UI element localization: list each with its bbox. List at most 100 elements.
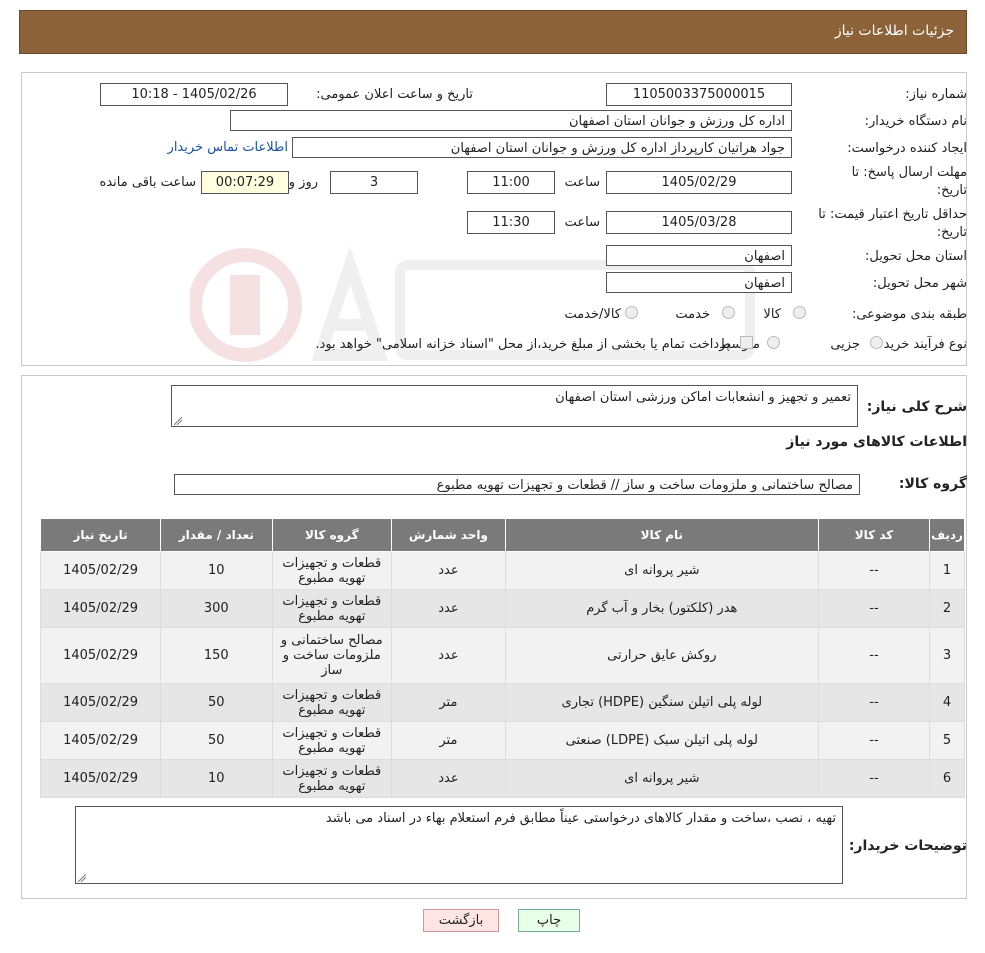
buyer-contact-link[interactable]: اطلاعات تماس خریدار — [168, 140, 288, 155]
item-code: -- — [817, 551, 931, 590]
item-code: -- — [817, 627, 931, 684]
summary-label: شرح کلی نیاز: — [866, 399, 967, 415]
table-row: 4 -- لوله پلی اتیلن سنگین (HDPE) تجاری م… — [39, 683, 965, 722]
treasury-checkbox[interactable] — [740, 336, 753, 349]
item-qty: 50 — [160, 683, 273, 722]
process-option-minor: جزیی — [830, 337, 860, 352]
item-unit: عدد — [391, 551, 506, 590]
validity-time-label: ساعت — [564, 215, 600, 230]
item-code: -- — [817, 589, 931, 628]
deadline-time-label: ساعت — [564, 175, 600, 190]
col-qty: تعداد / مقدار — [160, 518, 273, 552]
item-group: مصالح ساختمانی و ملزومات ساخت و ساز — [271, 627, 393, 684]
print-button[interactable]: چاپ — [518, 909, 580, 932]
summary-textarea[interactable]: تعمیر و تجهیز و انشعابات اماکن ورزشی است… — [171, 385, 858, 427]
item-group: قطعات و تجهیزات تهویه مطبوع — [271, 721, 393, 760]
remaining-days-field: 3 — [330, 171, 418, 194]
goods-table-header: ردیف کد کالا نام کالا واحد شمارش گروه کا… — [39, 518, 965, 552]
resize-grip-icon[interactable] — [78, 874, 86, 882]
item-date: 1405/02/29 — [39, 551, 162, 590]
requester-label: ایجاد کننده درخواست: — [847, 141, 967, 156]
col-group: گروه کالا — [271, 518, 393, 552]
row-number: 5 — [929, 721, 965, 760]
item-unit: عدد — [391, 589, 506, 628]
process-radio-minor[interactable] — [870, 336, 883, 349]
requester-field: جواد هراتیان کارپرداز اداره کل ورزش و جو… — [292, 137, 792, 158]
item-qty: 300 — [160, 589, 273, 628]
item-name: هدر (کلکتور) بخار و آب گرم — [504, 589, 819, 628]
table-row: 2 -- هدر (کلکتور) بخار و آب گرم عدد قطعا… — [39, 589, 965, 628]
item-unit: عدد — [391, 759, 506, 798]
buyer-notes-textarea[interactable]: تهیه ، نصب ،ساخت و مقدار کالاهای درخواست… — [75, 806, 843, 884]
buyer-org-label: نام دستگاه خریدار: — [864, 114, 967, 129]
validity-date-field: 1405/03/28 — [606, 211, 792, 234]
validity-label: حداقل تاریخ اعتبار قیمت: تا — [818, 207, 967, 222]
page-title: جزئیات اطلاعات نیاز — [834, 23, 954, 39]
col-code: کد کالا — [817, 518, 931, 552]
item-date: 1405/02/29 — [39, 759, 162, 798]
category-radio-goods[interactable] — [793, 306, 806, 319]
item-group: قطعات و تجهیزات تهویه مطبوع — [271, 551, 393, 590]
deadline-date-field: 1405/02/29 — [606, 171, 792, 194]
item-date: 1405/02/29 — [39, 721, 162, 760]
item-code: -- — [817, 759, 931, 798]
summary-text: تعمیر و تجهیز و انشعابات اماکن ورزشی است… — [555, 390, 851, 405]
col-name: نام کالا — [504, 518, 819, 552]
item-name: روکش عایق حرارتی — [504, 627, 819, 684]
item-group: قطعات و تجهیزات تهویه مطبوع — [271, 683, 393, 722]
item-unit: متر — [391, 683, 506, 722]
item-qty: 10 — [160, 551, 273, 590]
process-label: نوع فرآیند خرید : — [875, 337, 967, 352]
validity-label-2: تاریخ: — [936, 225, 967, 240]
table-row: 5 -- لوله پلی اتیلن سبک (LDPE) صنعتی متر… — [39, 721, 965, 760]
deadline-time-field: 11:00 — [467, 171, 555, 194]
validity-time-field: 11:30 — [467, 211, 555, 234]
remaining-label: ساعت باقی مانده — [99, 175, 196, 190]
item-group: قطعات و تجهیزات تهویه مطبوع — [271, 759, 393, 798]
need-number-field: 1105003375000015 — [606, 83, 792, 106]
goods-group-label: گروه کالا: — [898, 476, 967, 492]
buyer-notes-text: تهیه ، نصب ،ساخت و مقدار کالاهای درخواست… — [325, 811, 836, 826]
row-number: 1 — [929, 551, 965, 590]
row-number: 3 — [929, 627, 965, 684]
item-unit: متر — [391, 721, 506, 760]
deadline-label-2: تاریخ: — [936, 183, 967, 198]
item-name: شیر پروانه ای — [504, 551, 819, 590]
category-label: طبقه بندی موضوعی: — [851, 307, 967, 322]
category-option-goods-service: کالا/خدمت — [564, 307, 621, 322]
table-row: 6 -- شیر پروانه ای عدد قطعات و تجهیزات ت… — [39, 759, 965, 798]
item-code: -- — [817, 683, 931, 722]
row-number: 2 — [929, 589, 965, 628]
province-field: اصفهان — [606, 245, 792, 266]
back-button[interactable]: بازگشت — [423, 909, 499, 932]
city-label: شهر محل تحویل: — [872, 276, 967, 291]
announce-label: تاریخ و ساعت اعلان عمومی: — [316, 87, 473, 102]
item-qty: 150 — [160, 627, 273, 684]
announce-datetime-field: 1405/02/26 - 10:18 — [100, 83, 288, 106]
process-radio-medium[interactable] — [767, 336, 780, 349]
goods-group-field: مصالح ساختمانی و ملزومات ساخت و ساز // ق… — [174, 474, 860, 495]
buyer-notes-label: توضیحات خریدار: — [848, 838, 967, 854]
days-label: روز و — [288, 175, 318, 190]
buyer-org-field: اداره کل ورزش و جوانان استان اصفهان — [230, 110, 792, 131]
page-header: جزئیات اطلاعات نیاز — [19, 10, 967, 54]
item-group: قطعات و تجهیزات تهویه مطبوع — [271, 589, 393, 628]
col-date: تاریخ نیاز — [39, 518, 162, 552]
item-date: 1405/02/29 — [39, 589, 162, 628]
table-row: 3 -- روکش عایق حرارتی عدد مصالح ساختمانی… — [39, 627, 965, 684]
city-field: اصفهان — [606, 272, 792, 293]
item-date: 1405/02/29 — [39, 627, 162, 684]
province-label: استان محل تحویل: — [865, 249, 967, 264]
item-qty: 50 — [160, 721, 273, 760]
item-unit: عدد — [391, 627, 506, 684]
item-date: 1405/02/29 — [39, 683, 162, 722]
item-name: لوله پلی اتیلن سنگین (HDPE) تجاری — [504, 683, 819, 722]
category-radio-goods-service[interactable] — [625, 306, 638, 319]
goods-table: ردیف کد کالا نام کالا واحد شمارش گروه کا… — [39, 518, 965, 798]
category-radio-service[interactable] — [722, 306, 735, 319]
category-option-service: خدمت — [675, 307, 710, 322]
resize-grip-icon[interactable] — [174, 417, 182, 425]
item-name: لوله پلی اتیلن سبک (LDPE) صنعتی — [504, 721, 819, 760]
col-row-number: ردیف — [929, 518, 965, 552]
goods-section-title: اطلاعات کالاهای مورد نیاز — [786, 434, 967, 450]
